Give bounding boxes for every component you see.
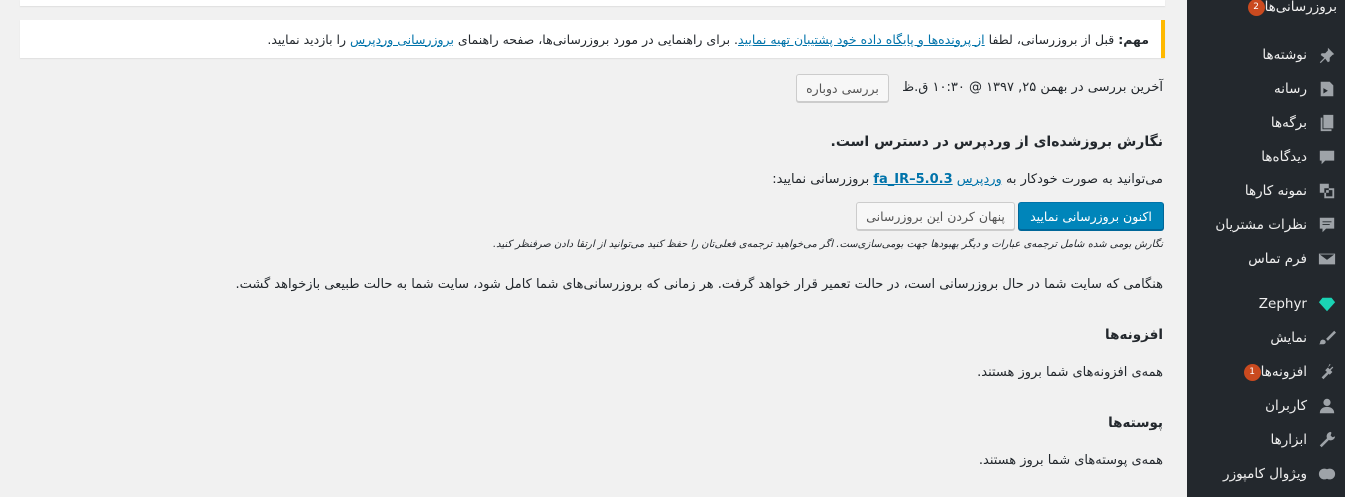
plugin-count-badge: 1 xyxy=(1243,363,1261,381)
plugins-status-text: همه‌ی افزونه‌های شما بروز هستند. xyxy=(977,365,1163,380)
sidebar-item-label: نوشته‌ها xyxy=(1262,47,1307,63)
localization-note: نگارش بومی شده شامل ترجمه‌ی عبارات و دیگ… xyxy=(492,239,1163,250)
version-link[interactable]: fa_IR–5.0.3 xyxy=(873,172,952,187)
portfolio-icon xyxy=(1317,181,1337,201)
previous-notice-edge xyxy=(20,0,1165,6)
sidebar-item-label: دیدگاه‌ها xyxy=(1261,149,1307,165)
plugin-icon xyxy=(1317,362,1337,382)
pin-icon xyxy=(1317,45,1337,65)
sidebar-item-updates[interactable]: بروزرسانی‌ها 2 xyxy=(1187,0,1345,18)
backup-link[interactable]: از پرونده‌ها و پایگاه داده خود پشتیبان ت… xyxy=(738,32,985,47)
sidebar-item-zephyr[interactable]: Zephyr xyxy=(1187,287,1345,321)
mail-icon xyxy=(1317,249,1337,269)
comment-icon xyxy=(1317,147,1337,167)
sidebar-item-label: نمونه کارها xyxy=(1244,183,1307,199)
hide-update-button[interactable]: پنهان کردن این بروزرسانی xyxy=(856,202,1015,230)
plugins-heading: افزونه‌ها xyxy=(1105,327,1163,343)
sidebar-item-users[interactable]: کاربران xyxy=(1187,389,1345,423)
core-update-heading: نگارش بروزشده‌ای از وردپرس در دسترس است. xyxy=(830,134,1164,150)
sidebar-item-contact-form[interactable]: فرم تماس xyxy=(1187,242,1345,276)
sidebar-item-plugins[interactable]: افزونه‌ها 1 xyxy=(1187,355,1345,389)
wordpress-link[interactable]: وردپرس xyxy=(957,172,1002,187)
pages-icon xyxy=(1317,113,1337,133)
sidebar-item-visual-composer[interactable]: ویژوال کامپوزر xyxy=(1187,457,1345,491)
sidebar-item-testimonials[interactable]: نظرات مشتریان xyxy=(1187,208,1345,242)
diamond-icon xyxy=(1317,294,1337,314)
themes-status-text: همه‌ی پوسته‌های شما بروز هستند. xyxy=(978,453,1163,468)
sidebar-item-comments[interactable]: دیدگاه‌ها xyxy=(1187,140,1345,174)
composer-icon xyxy=(1317,464,1337,484)
notice-prefix: مهم: xyxy=(1118,31,1149,47)
sidebar-item-label: نظرات مشتریان xyxy=(1215,217,1307,233)
sidebar-item-label: افزونه‌ها xyxy=(1260,364,1307,380)
sidebar-item-label: رسانه xyxy=(1274,81,1307,97)
sidebar-item-label: نمایش xyxy=(1270,330,1307,346)
core-text-before: می‌توانید به صورت خودکار به xyxy=(1005,172,1163,187)
notice-text-2: . برای راهنمایی در مورد بروزرسانی‌ها، صف… xyxy=(457,31,739,47)
sidebar-item-label: بروزرسانی‌ها xyxy=(1264,0,1337,15)
notice-text-1: قبل از بروزرسانی، لطفا xyxy=(988,31,1115,47)
brush-icon xyxy=(1317,328,1337,348)
update-guide-link[interactable]: بروزرسانی وردپرس xyxy=(350,32,454,47)
sidebar-item-tools[interactable]: ابزارها xyxy=(1187,423,1345,457)
update-count-badge: 2 xyxy=(1247,0,1265,16)
core-update-description: می‌توانید به صورت خودکار به وردپرس fa_IR… xyxy=(772,172,1163,187)
sidebar-item-pages[interactable]: برگه‌ها xyxy=(1187,106,1345,140)
last-checked-text: آخرین بررسی در بهمن ۲۵, ۱۳۹۷ @ ۱۰:۳۰ ق.ظ xyxy=(902,80,1163,95)
main-content: مهم: قبل از بروزرسانی، لطفا از پرونده‌ها… xyxy=(0,0,1187,497)
sidebar-item-label: Zephyr xyxy=(1258,296,1307,312)
user-icon xyxy=(1317,396,1337,416)
warning-notice: مهم: قبل از بروزرسانی، لطفا از پرونده‌ها… xyxy=(20,20,1165,58)
sidebar-item-appearance[interactable]: نمایش xyxy=(1187,321,1345,355)
sidebar-item-media[interactable]: رسانه xyxy=(1187,72,1345,106)
sidebar-item-label: فرم تماس xyxy=(1248,251,1307,267)
media-icon xyxy=(1317,79,1337,99)
wrench-icon xyxy=(1317,430,1337,450)
sidebar-item-label: ابزارها xyxy=(1270,432,1307,448)
maintenance-text: هنگامی که سایت شما در حال بروزرسانی است،… xyxy=(235,277,1163,292)
themes-heading: پوسته‌ها xyxy=(1108,415,1163,431)
notice-text-3: را بازدید نمایید. xyxy=(267,31,347,47)
sidebar-item-posts[interactable]: نوشته‌ها xyxy=(1187,38,1345,72)
sidebar-item-label: کاربران xyxy=(1265,398,1307,414)
admin-sidebar: بروزرسانی‌ها 2 نوشته‌ها رسانه برگه‌ها دی… xyxy=(1187,0,1345,497)
core-text-after: بروزرسانی نمایید: xyxy=(772,172,870,187)
sidebar-item-portfolio[interactable]: نمونه کارها xyxy=(1187,174,1345,208)
update-now-button[interactable]: اکنون بروزرسانی نمایید xyxy=(1018,202,1164,230)
recheck-button[interactable]: بررسی دوباره xyxy=(796,74,889,102)
testimonial-icon xyxy=(1317,215,1337,235)
sidebar-item-label: برگه‌ها xyxy=(1270,115,1307,131)
sidebar-item-label: ویژوال کامپوزر xyxy=(1223,466,1307,482)
